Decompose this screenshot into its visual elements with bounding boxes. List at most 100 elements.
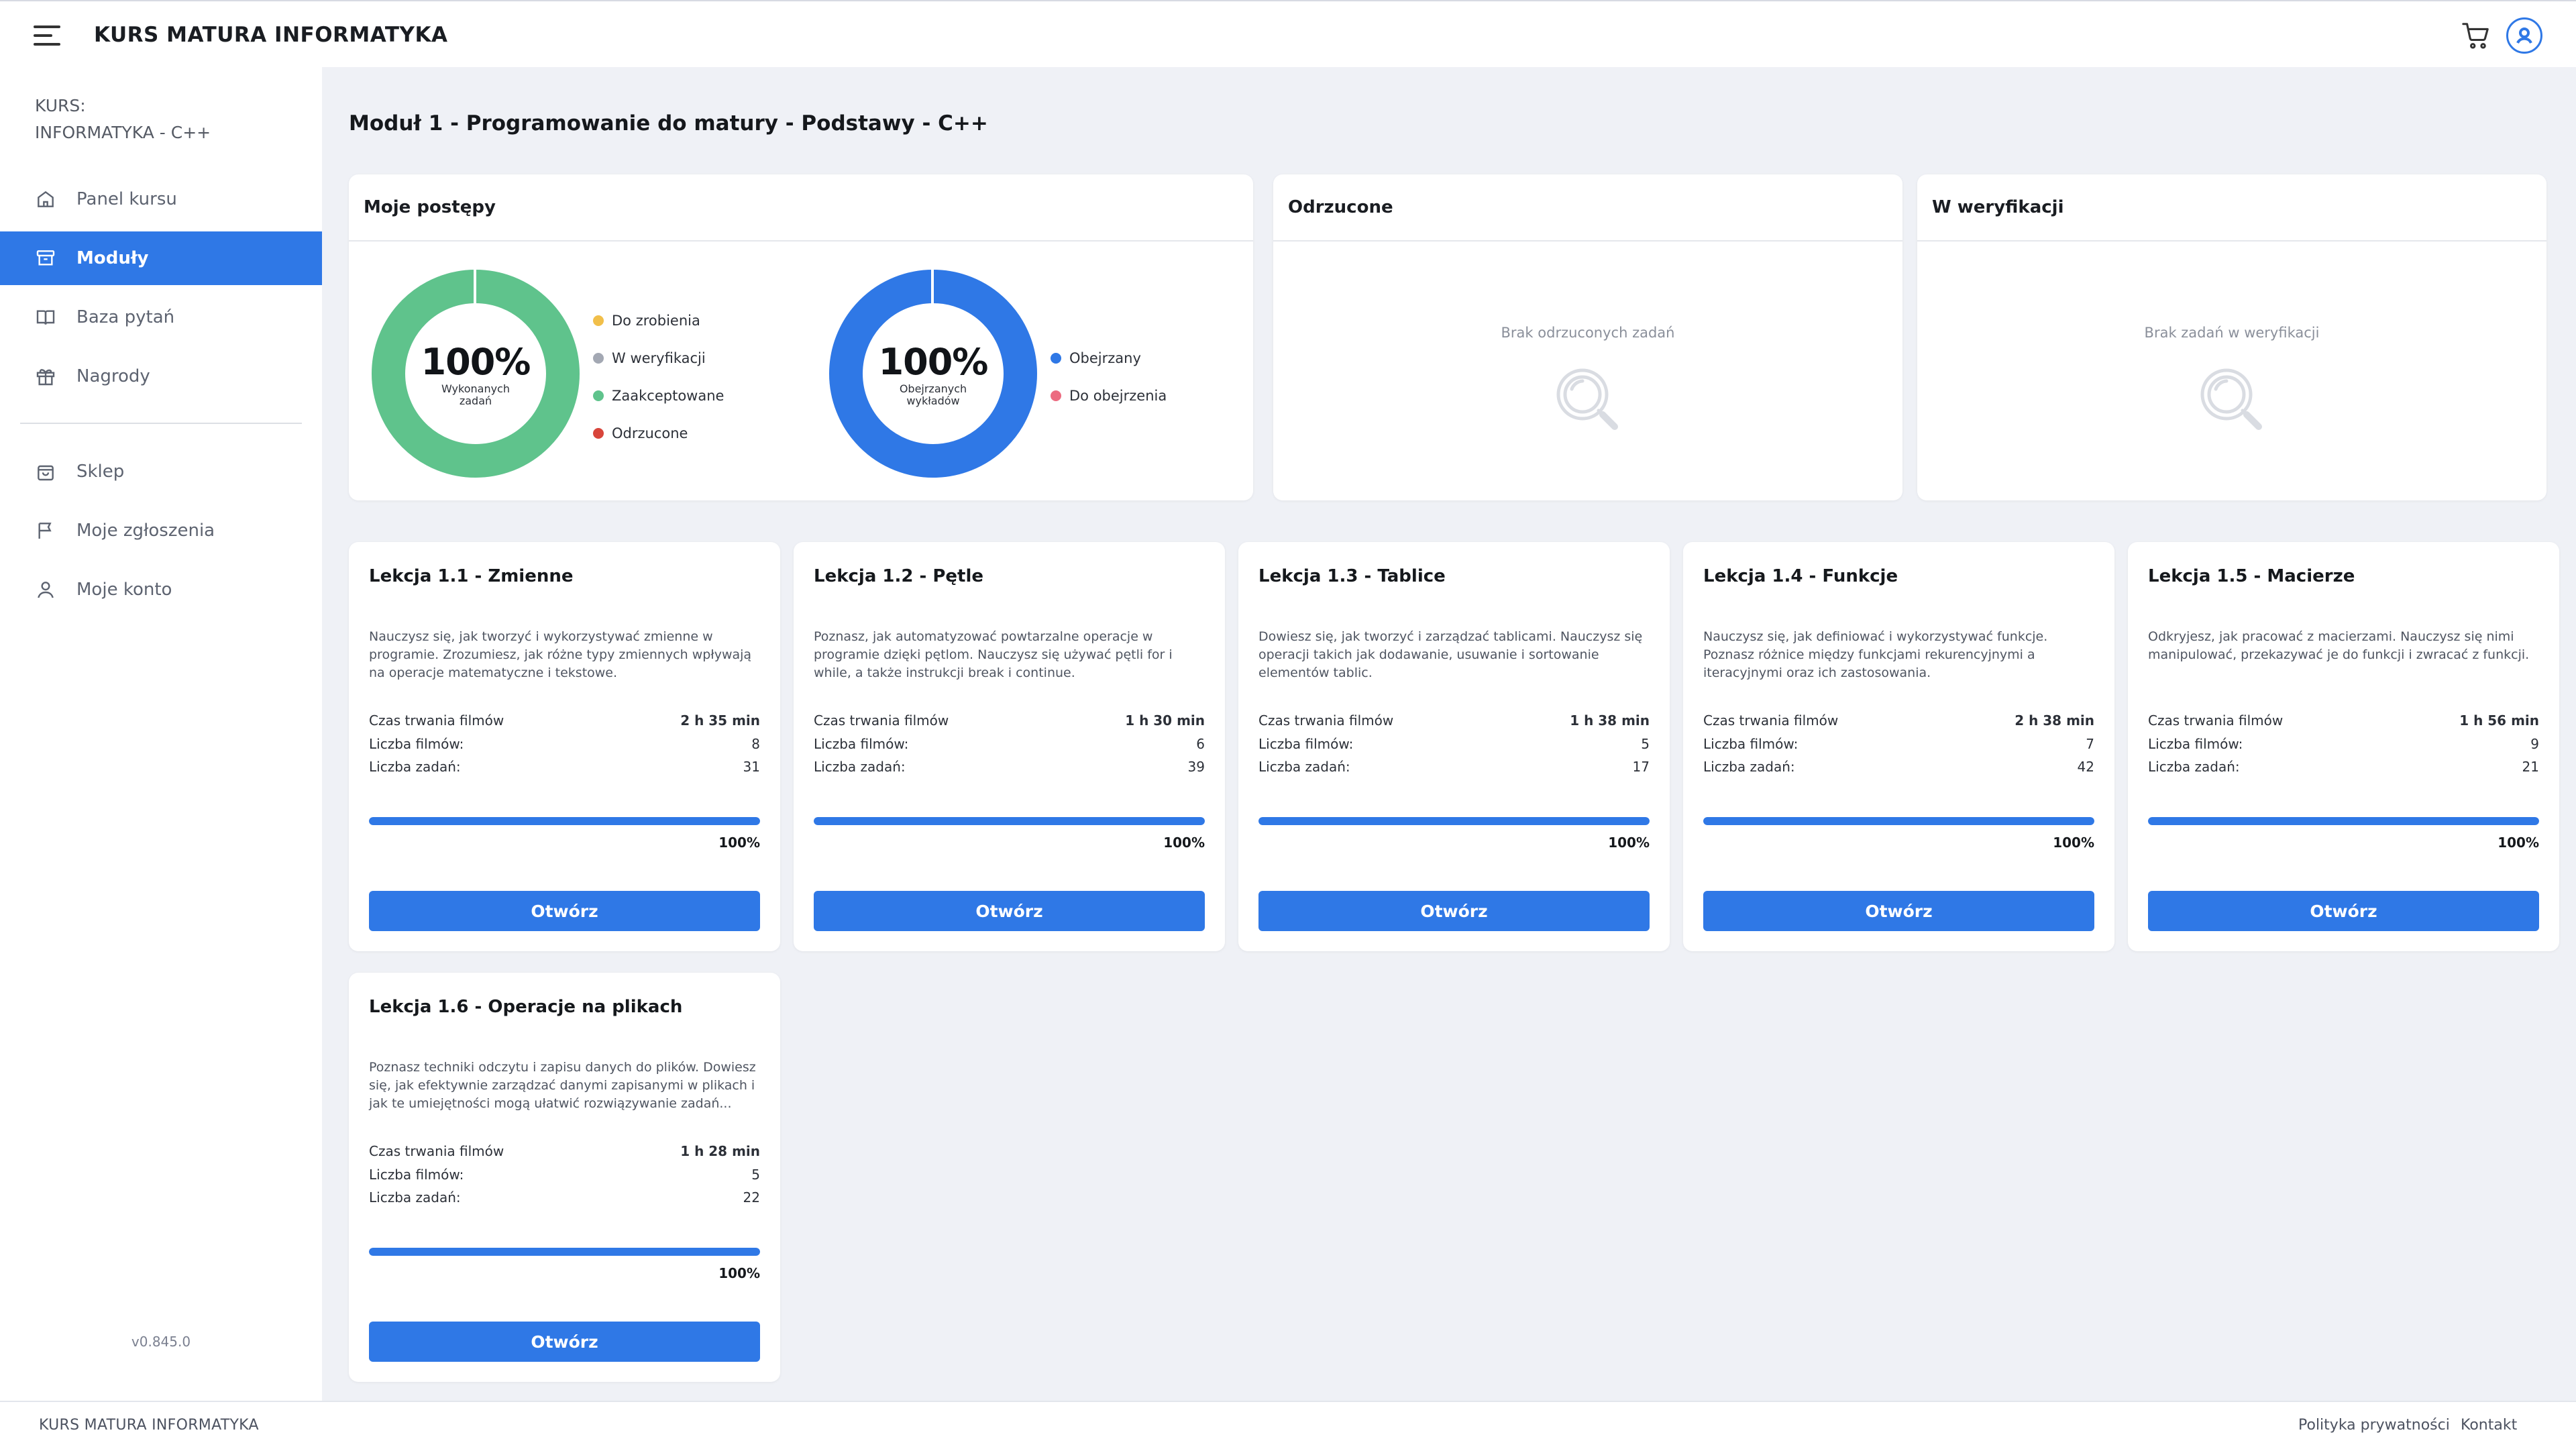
sidebar-item-panel-kursu[interactable]: Panel kursu [0,172,322,226]
magnifier-icon [2200,368,2262,430]
lesson-videos-value: 8 [751,736,760,752]
lesson-videos-label: Liczba filmów: [1703,736,1799,752]
sidebar-item-label: Moje konto [76,580,172,600]
legend-dot [1051,390,1061,401]
flag-icon [38,523,52,539]
lesson-duration-label: Czas trwania filmów [1703,712,1839,729]
lesson-duration-value: 1 h 38 min [1570,712,1650,729]
sidebar-item-moduly[interactable]: Moduły [0,231,322,285]
sidebar-item-label: Nagrody [76,366,150,386]
lesson-videos-row: Liczba filmów: 9 [2148,736,2539,752]
sidebar-item-sklep[interactable]: Sklep [0,445,322,498]
lesson-progress-fill [814,817,1205,825]
lesson-tasks-value: 31 [743,759,760,775]
lesson-videos-label: Liczba filmów: [814,736,909,752]
lesson-tasks-row: Liczba zadań: 42 [1703,759,2094,775]
verification-card-title: W weryfikacji [1917,174,2546,241]
rejected-card: Odrzucone Brak odrzuconych zadań [1273,174,1902,500]
lesson-description: Dowiesz się, jak tworzyć i zarządzać tab… [1258,629,1643,680]
verification-empty-text: Brak zadań w weryfikacji [2144,325,2320,341]
lesson-tasks-row: Liczba zadań: 17 [1258,759,1650,775]
lesson-progress-label: 100% [2498,835,2539,851]
app-version: v0.845.0 [131,1334,191,1350]
magnifier-icon [1556,368,1618,430]
sidebar-item-label: Panel kursu [76,189,177,209]
lesson-videos-label: Liczba filmów: [1258,736,1354,752]
lesson-duration-value: 1 h 30 min [1125,712,1205,729]
legend-item-do-obejrzenia: Do obejrzenia [1051,377,1167,415]
lesson-progress-label: 100% [718,1265,760,1281]
app-title[interactable]: KURS MATURA INFORMATYKA [94,23,447,47]
open-lesson-button[interactable]: Otwórz [369,891,760,931]
tasks-donut-caption: Wykonanych zadań [441,382,510,407]
progress-card: Moje postępy 100% Wykonanych zadań Do zr… [349,174,1253,500]
lesson-title: Lekcja 1.2 - Pętle [814,566,984,586]
cart-icon[interactable] [2461,20,2491,51]
open-lesson-button[interactable]: Otwórz [1258,891,1650,931]
legend-label: Do obejrzenia [1069,388,1167,404]
lesson-title: Lekcja 1.4 - Funkcje [1703,566,1898,586]
footer-brand[interactable]: KURS MATURA INFORMATYKA [39,1417,259,1434]
lesson-duration-value: 2 h 38 min [2015,712,2094,729]
progress-card-title: Moje postępy [349,174,1253,241]
rejected-empty-text: Brak odrzuconych zadań [1501,325,1675,341]
legend-label: W weryfikacji [612,350,706,366]
verification-card: W weryfikacji Brak zadań w weryfikacji [1917,174,2546,500]
tasks-donut-center: 100% Wykonanych zadań [372,270,580,478]
lesson-duration-row: Czas trwania filmów 1 h 30 min [814,712,1205,729]
lesson-progress-label: 100% [1163,835,1205,851]
lesson-description: Nauczysz się, jak definiować i wykorzyst… [1703,629,2048,680]
lesson-progress-label: 100% [718,835,760,851]
open-lesson-button[interactable]: Otwórz [1703,891,2094,931]
lesson-videos-label: Liczba filmów: [369,1167,464,1183]
sidebar-item-label: Sklep [76,462,125,482]
legend-dot [1051,353,1061,364]
lesson-duration-row: Czas trwania filmów 2 h 35 min [369,712,760,729]
lesson-videos-row: Liczba filmów: 5 [369,1167,760,1183]
sidebar-item-label: Baza pytań [76,307,175,327]
open-lesson-button[interactable]: Otwórz [369,1322,760,1362]
sidebar-item-baza-pytan[interactable]: Baza pytań [0,290,322,344]
lesson-duration-row: Czas trwania filmów 2 h 38 min [1703,712,2094,729]
lesson-card: Lekcja 1.6 - Operacje na plikach Poznasz… [349,973,780,1382]
lesson-tasks-label: Liczba zadań: [2148,759,2240,775]
lesson-progress-label: 100% [2053,835,2094,851]
lesson-progress-bar [369,1248,760,1256]
lesson-card: Lekcja 1.1 - Zmienne Nauczysz się, jak t… [349,542,780,951]
sidebar-item-nagrody[interactable]: Nagrody [0,350,322,403]
sidebar-item-label: Moduły [76,248,149,268]
lesson-videos-row: Liczba filmów: 5 [1258,736,1650,752]
contact-link[interactable]: Kontakt [2461,1417,2517,1434]
menu-icon[interactable] [34,25,60,46]
legend-dot [593,390,604,401]
lesson-duration-row: Czas trwania filmów 1 h 28 min [369,1143,760,1159]
page-title: Moduł 1 - Programowanie do matury - Pods… [349,111,988,136]
lesson-description: Nauczysz się, jak tworzyć i wykorzystywa… [369,629,752,680]
user-avatar-button[interactable] [2506,17,2542,54]
lesson-card: Lekcja 1.3 - Tablice Dowiesz się, jak tw… [1238,542,1670,951]
sidebar-divider [20,423,302,424]
open-lesson-button[interactable]: Otwórz [814,891,1205,931]
lesson-progress-fill [1703,817,2094,825]
legend-label: Obejrzany [1069,350,1141,366]
tasks-donut-percent: 100% [421,340,531,383]
lesson-description: Poznasz, jak automatyzować powtarzalne o… [814,629,1173,680]
lesson-card: Lekcja 1.2 - Pętle Poznasz, jak automaty… [794,542,1225,951]
lesson-card: Lekcja 1.5 - Macierze Odkryjesz, jak pra… [2128,542,2559,951]
legend-dot [593,315,604,326]
lesson-videos-value: 7 [2086,736,2094,752]
sidebar-item-moje-zgloszenia[interactable]: Moje zgłoszenia [0,504,322,557]
lesson-duration-label: Czas trwania filmów [2148,712,2284,729]
lesson-tasks-row: Liczba zadań: 31 [369,759,760,775]
archive-icon [36,250,55,266]
lesson-videos-label: Liczba filmów: [369,736,464,752]
lesson-progress-bar [369,817,760,825]
lesson-progress-fill [369,817,760,825]
open-lesson-button[interactable]: Otwórz [2148,891,2539,931]
lesson-videos-row: Liczba filmów: 7 [1703,736,2094,752]
lesson-tasks-label: Liczba zadań: [1258,759,1350,775]
sidebar-item-moje-konto[interactable]: Moje konto [0,563,322,616]
lesson-title: Lekcja 1.6 - Operacje na plikach [369,997,683,1017]
rejected-card-title: Odrzucone [1273,174,1902,241]
privacy-link[interactable]: Polityka prywatności [2298,1417,2450,1434]
